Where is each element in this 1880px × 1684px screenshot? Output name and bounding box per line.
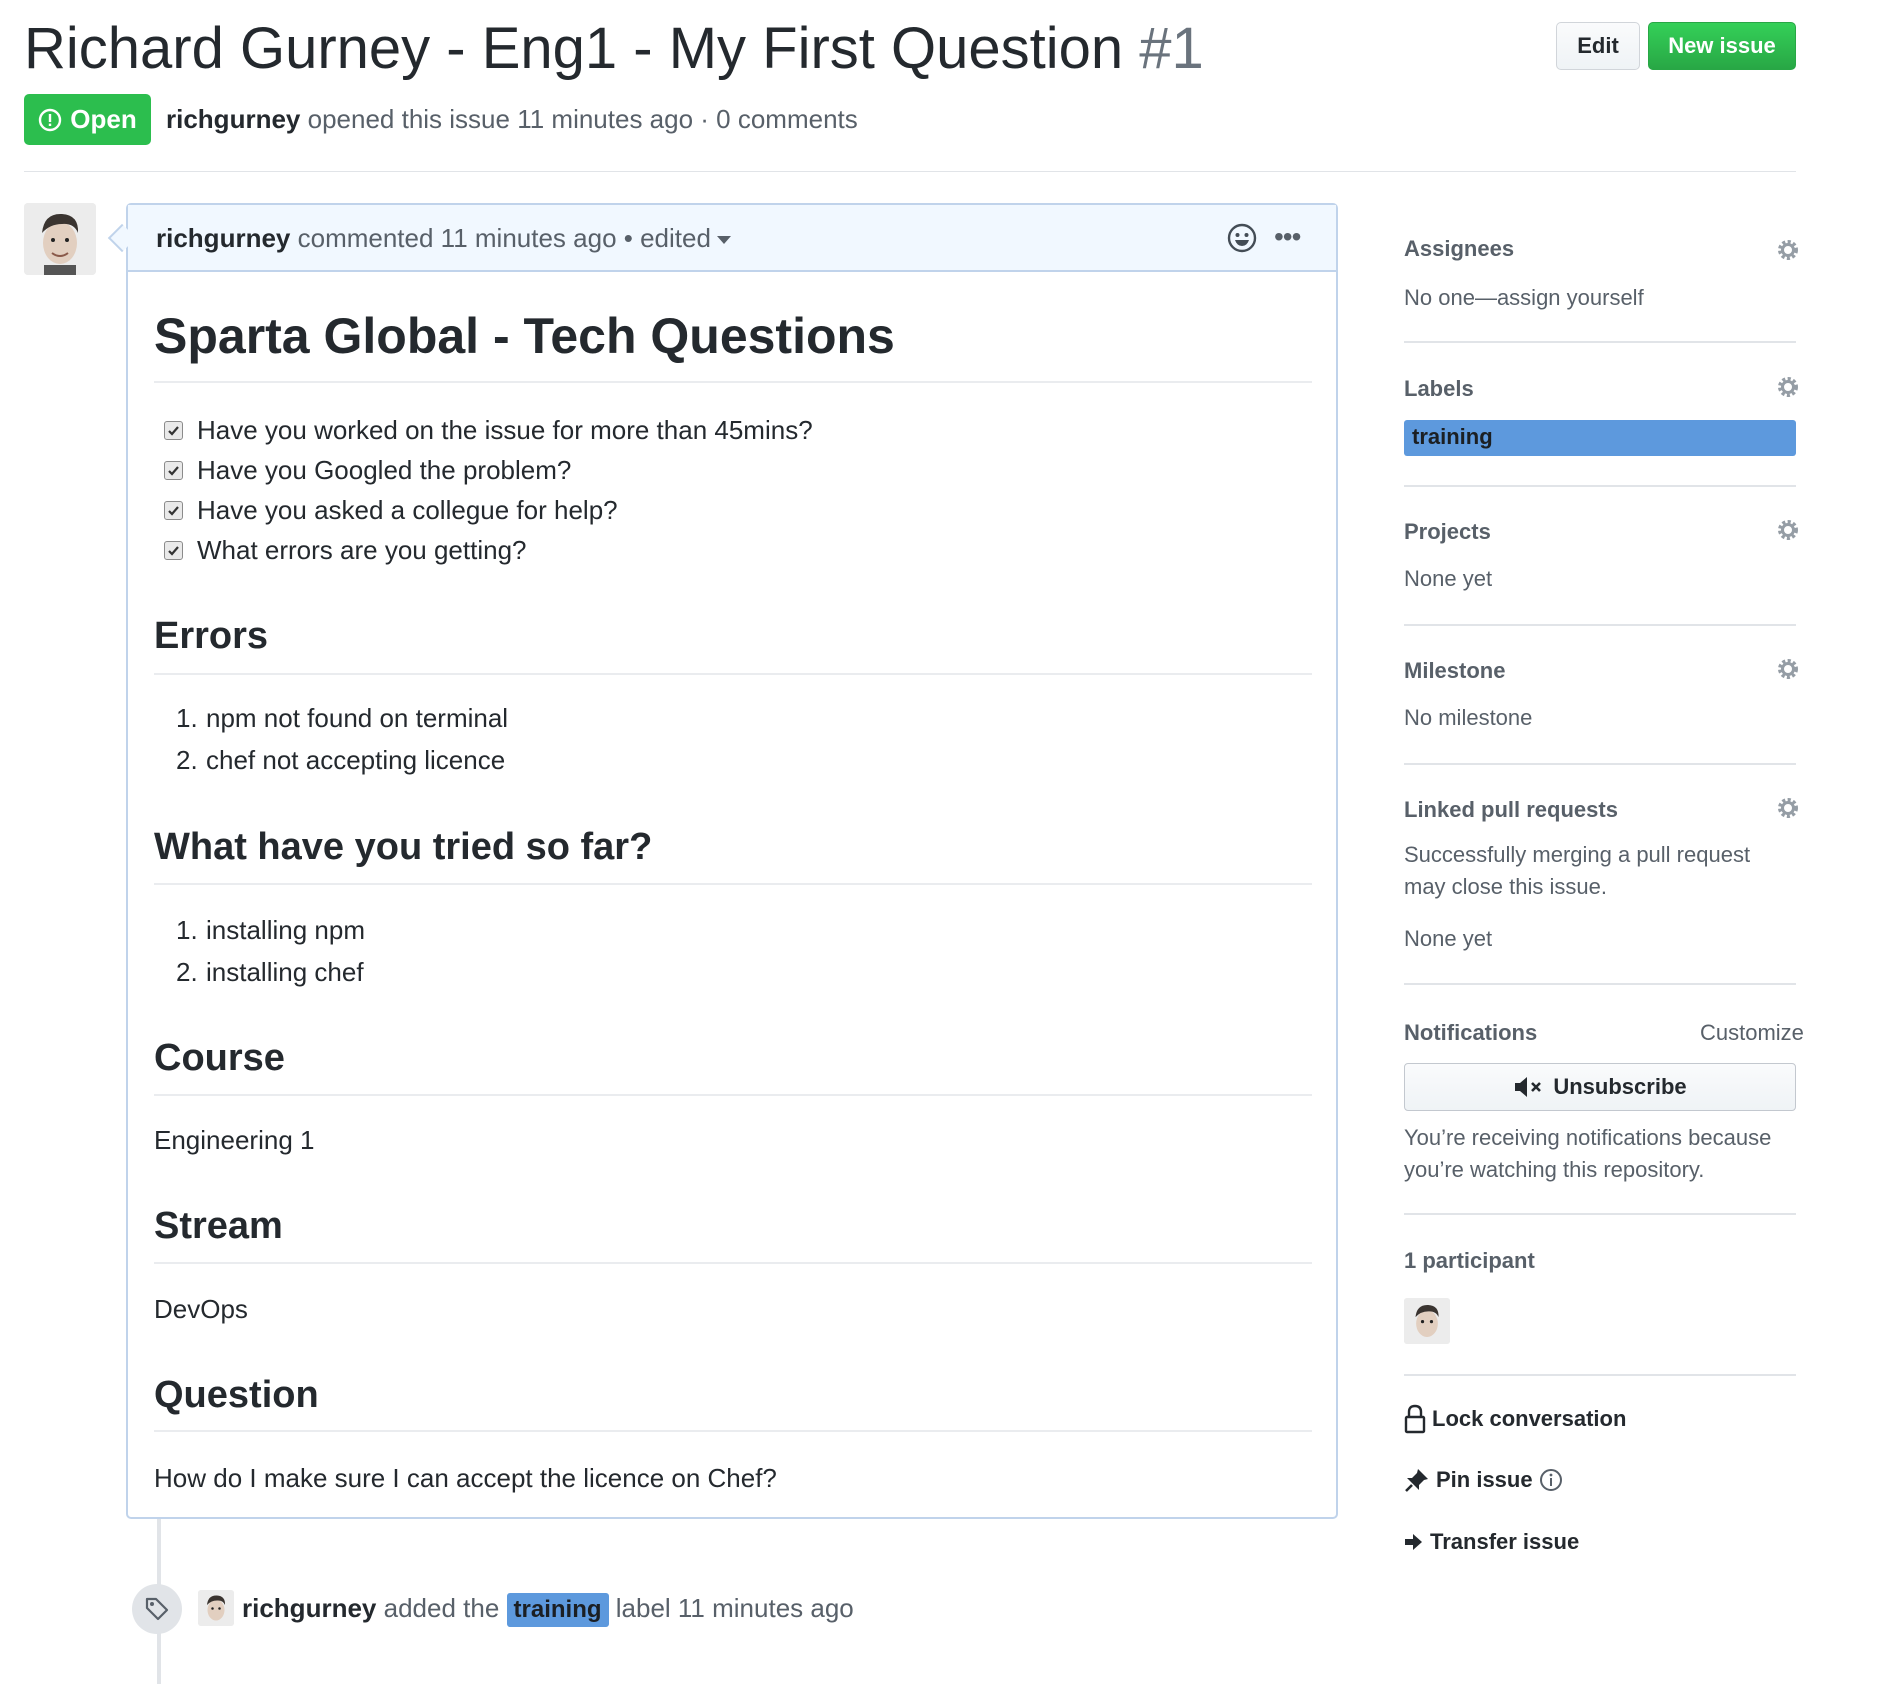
sidebar-divider <box>1404 1213 1796 1215</box>
unsubscribe-button[interactable]: Unsubscribe <box>1404 1063 1796 1111</box>
errors-heading: Errors <box>154 615 269 657</box>
task-item: Have you asked a collegue for help? <box>164 492 618 528</box>
list-item: 2. installing chef <box>176 957 364 987</box>
linked-prs-value: None yet <box>1404 926 1493 951</box>
list-item: 1. installing npm <box>176 915 365 945</box>
transfer-issue-label: Transfer issue <box>1430 1529 1580 1554</box>
comment-main-heading: Sparta Global - Tech Questions <box>154 308 895 364</box>
issue-number: #1 <box>1139 16 1204 81</box>
label-event: richgurney added the training label 11 m… <box>242 1589 854 1627</box>
customize-link[interactable]: Customize <box>1700 1018 1804 1048</box>
question-heading: Question <box>154 1374 319 1416</box>
stream-value: DevOps <box>154 1294 248 1324</box>
heading-rule <box>154 1262 1312 1264</box>
task-item: What errors are you getting? <box>164 532 527 568</box>
task-item: Have you worked on the issue for more th… <box>164 412 813 448</box>
tag-icon <box>132 1584 182 1634</box>
pin-icon <box>1405 1469 1428 1492</box>
participants-heading: 1 participant <box>1404 1248 1535 1273</box>
reaction-smiley-icon[interactable] <box>1226 222 1258 254</box>
arrow-right-icon <box>1405 1534 1422 1550</box>
assignees-gear-icon[interactable] <box>1776 238 1800 262</box>
issue-opened-icon <box>39 108 62 131</box>
info-icon[interactable] <box>1539 1468 1563 1492</box>
task-text: Have you worked on the issue for more th… <box>197 415 813 445</box>
milestone-value: No milestone <box>1404 705 1533 730</box>
issue-title-text: Richard Gurney - Eng1 - My First Questio… <box>24 16 1124 81</box>
author-avatar[interactable] <box>24 203 96 275</box>
course-value: Engineering 1 <box>154 1125 315 1155</box>
issue-meta: richgurney opened this issue 11 minutes … <box>166 100 858 138</box>
issue-state-label: Open <box>70 104 137 134</box>
linked-prs-gear-icon[interactable] <box>1776 796 1800 820</box>
checked-checkbox-icon[interactable] <box>164 460 183 480</box>
assignees-value[interactable]: No one—assign yourself <box>1404 282 1644 314</box>
transfer-issue-link[interactable]: Transfer issue <box>1404 1527 1579 1557</box>
issue-state-badge: Open <box>24 94 151 145</box>
sidebar-divider <box>1404 763 1796 765</box>
labels-gear-icon[interactable] <box>1776 375 1800 399</box>
edit-button[interactable]: Edit <box>1556 22 1640 70</box>
projects-value: None yet <box>1404 566 1493 591</box>
list-item: 2. chef not accepting licence <box>176 745 506 775</box>
task-text: Have you asked a collegue for help? <box>197 495 618 525</box>
task-item: Have you Googled the problem? <box>164 452 571 488</box>
task-text: What errors are you getting? <box>197 535 527 565</box>
tried-heading: What have you tried so far? <box>154 826 653 868</box>
event-prefix: added the <box>383 1593 500 1623</box>
event-label-chip[interactable]: training <box>506 1593 609 1627</box>
issue-opened-text: opened this issue 11 minutes ago · 0 com… <box>307 104 858 134</box>
comment-header-text: richgurney commented 11 minutes ago • ed… <box>156 219 731 257</box>
sidebar-divider <box>1404 485 1796 487</box>
lock-conversation-link[interactable]: Lock conversation <box>1404 1404 1626 1434</box>
mute-icon <box>1515 1077 1542 1097</box>
list-item: 1. npm not found on terminal <box>176 703 509 733</box>
heading-rule <box>154 673 1312 675</box>
participant-avatar[interactable] <box>1404 1298 1450 1344</box>
labels-heading[interactable]: Labels <box>1404 374 1474 404</box>
stream-heading: Stream <box>154 1205 283 1247</box>
sidebar-divider <box>1404 624 1796 626</box>
event-author-link[interactable]: richgurney <box>242 1593 376 1623</box>
issue-title: Richard Gurney - Eng1 - My First Questio… <box>24 14 1204 84</box>
new-issue-button[interactable]: New issue <box>1648 22 1796 70</box>
checked-checkbox-icon[interactable] <box>164 500 183 520</box>
sidebar-divider <box>1404 341 1796 343</box>
projects-heading[interactable]: Projects <box>1404 517 1491 547</box>
heading-rule <box>154 1094 1312 1096</box>
heading-rule <box>154 381 1312 383</box>
sidebar-divider <box>1404 1374 1796 1376</box>
checked-checkbox-icon[interactable] <box>164 540 183 560</box>
question-value: How do I make sure I can accept the lice… <box>154 1463 777 1493</box>
pin-issue-label: Pin issue <box>1436 1467 1533 1492</box>
lock-conversation-label: Lock conversation <box>1432 1406 1627 1431</box>
issue-author-link[interactable]: richgurney <box>166 104 300 134</box>
linked-prs-description: Successfully merging a pull request may … <box>1404 842 1751 899</box>
sidebar-divider <box>1404 983 1796 985</box>
more-options-icon[interactable]: ••• <box>1274 220 1301 254</box>
linked-prs-heading[interactable]: Linked pull requests <box>1404 795 1618 825</box>
event-suffix: label 11 minutes ago <box>615 1593 854 1623</box>
sidebar-label-chip[interactable]: training <box>1404 420 1796 456</box>
notifications-heading: Notifications <box>1404 1020 1538 1045</box>
heading-rule <box>154 883 1312 885</box>
checked-checkbox-icon[interactable] <box>164 420 183 440</box>
projects-gear-icon[interactable] <box>1776 518 1800 542</box>
course-heading: Course <box>154 1037 285 1079</box>
comment-author-link[interactable]: richgurney <box>156 223 290 253</box>
milestone-gear-icon[interactable] <box>1776 657 1800 681</box>
task-text: Have you Googled the problem? <box>197 455 572 485</box>
header-divider <box>24 171 1796 172</box>
milestone-heading[interactable]: Milestone <box>1404 656 1505 686</box>
unsubscribe-label: Unsubscribe <box>1553 1074 1687 1099</box>
heading-rule <box>154 1430 1312 1432</box>
lock-icon <box>1404 1404 1426 1434</box>
comment-meta[interactable]: commented 11 minutes ago • edited <box>298 223 711 253</box>
edited-dropdown-icon[interactable] <box>716 236 731 245</box>
pin-issue-link[interactable]: Pin issue <box>1404 1465 1563 1495</box>
notification-reason: You’re receiving notifications because y… <box>1404 1125 1772 1182</box>
event-author-avatar[interactable] <box>198 1590 234 1626</box>
assignees-heading[interactable]: Assignees <box>1404 234 1514 264</box>
